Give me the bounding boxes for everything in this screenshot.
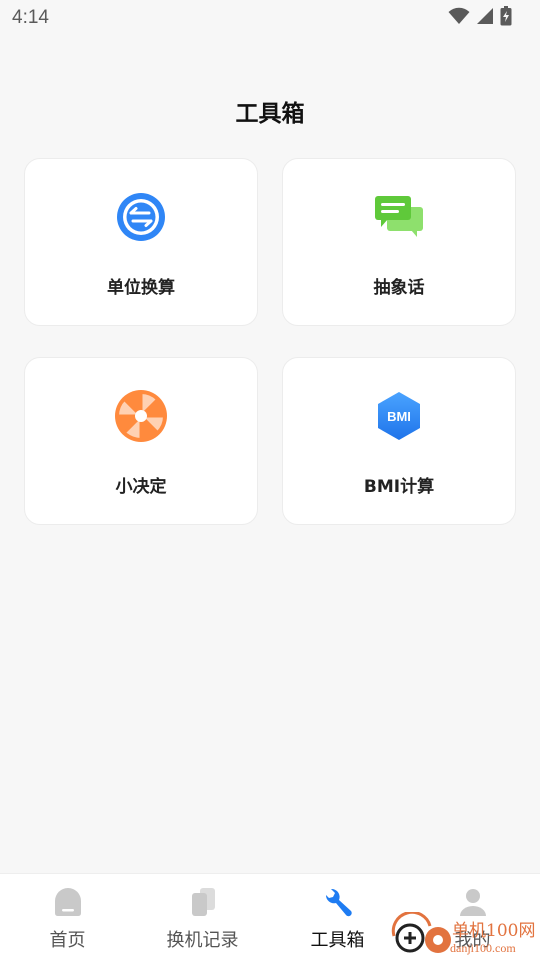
- phones-icon: [187, 886, 219, 918]
- status-bar: 4:14: [0, 0, 540, 36]
- page-title: 工具箱: [235, 101, 305, 127]
- screen: 4:14 工具箱 单位换算 抽象话 小决定 BMI BMI计算 首页 换机记录 …: [0, 0, 540, 960]
- wrench-icon: [322, 886, 354, 918]
- battery-icon: [500, 6, 512, 30]
- nav-item-switch-record[interactable]: 换机记录: [135, 874, 270, 960]
- bmi-badge-text: BMI: [387, 409, 411, 424]
- cell-signal-icon: [476, 7, 494, 29]
- nav-item-toolbox[interactable]: 工具箱: [270, 874, 405, 960]
- watermark-text: 单机100网: [452, 921, 536, 941]
- tool-card-bmi[interactable]: BMI BMI计算: [282, 357, 516, 525]
- status-time: 4:14: [12, 7, 49, 28]
- nav-item-home[interactable]: 首页: [0, 874, 135, 960]
- tool-card-small-decision[interactable]: 小决定: [24, 357, 258, 525]
- tool-card-unit-convert[interactable]: 单位换算: [24, 158, 258, 326]
- home-icon: [52, 886, 84, 918]
- nav-label: 工具箱: [310, 930, 365, 951]
- wifi-icon: [448, 7, 470, 29]
- watermark-logo-icon: [391, 910, 451, 953]
- watermark-url: danji100.com: [450, 941, 516, 955]
- nav-label: 首页: [49, 930, 86, 951]
- spinner-wheel-icon: [113, 388, 169, 444]
- unit-convert-icon: [113, 189, 169, 245]
- tool-label: 小决定: [115, 477, 167, 497]
- tool-label: 抽象话: [373, 278, 425, 298]
- bmi-hexagon-icon: BMI: [371, 388, 427, 444]
- tool-card-abstract-talk[interactable]: 抽象话: [282, 158, 516, 326]
- status-icons: [448, 6, 512, 30]
- watermark: 单机100网 danji100.com: [390, 910, 540, 960]
- nav-label: 换机记录: [166, 930, 239, 951]
- tool-label: BMI计算: [363, 477, 435, 497]
- chat-bubbles-icon: [371, 189, 427, 245]
- tool-label: 单位换算: [107, 278, 175, 298]
